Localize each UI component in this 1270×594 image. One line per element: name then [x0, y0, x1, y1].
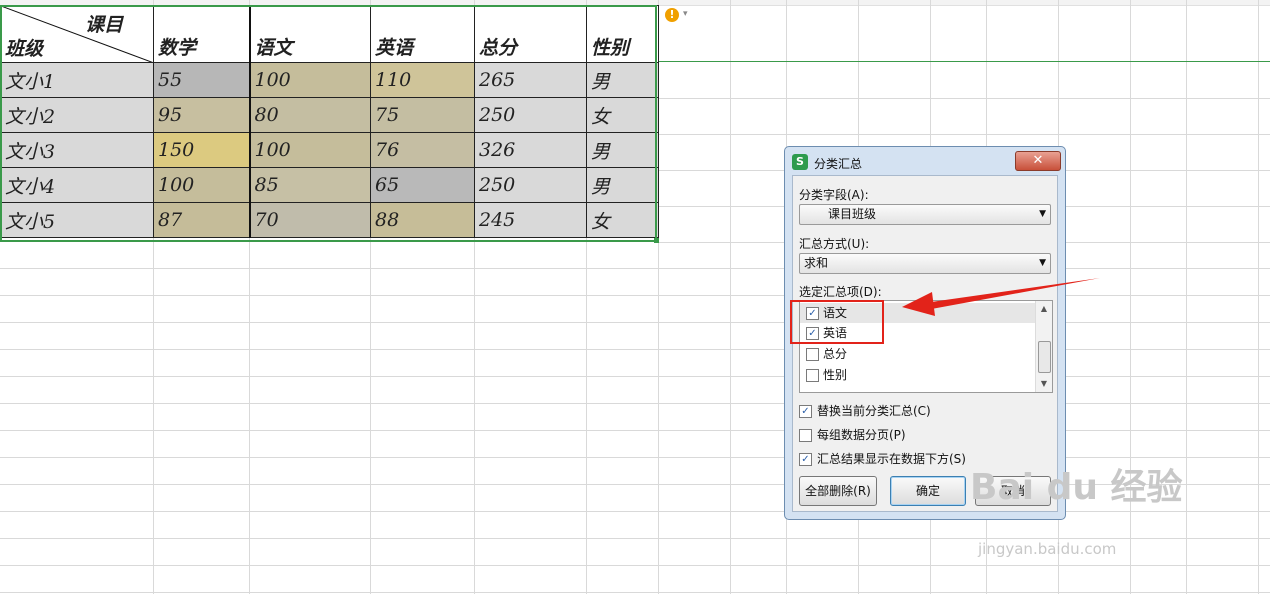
grid-line	[0, 511, 1270, 512]
table-cell[interactable]: 95	[153, 97, 251, 133]
watermark-url: jingyan.baidu.com	[978, 540, 1117, 558]
table-cell[interactable]: 265	[474, 62, 587, 98]
warning-icon[interactable]: !	[665, 8, 679, 22]
grid-line	[0, 349, 1270, 350]
items-label: 选定汇总项(D):	[799, 285, 882, 299]
grid-line	[0, 322, 1270, 323]
table-cell[interactable]: 100	[249, 132, 371, 168]
dialog-title: 分类汇总	[814, 157, 863, 171]
watermark-brand: Bai du 经验	[970, 467, 1183, 508]
table-cell[interactable]: 100	[153, 167, 251, 203]
option-label: 汇总结果显示在数据下方(S)	[817, 452, 966, 466]
list-item-label: 总分	[823, 347, 848, 361]
table-cell[interactable]: 250	[474, 167, 587, 203]
grid-line	[0, 376, 1270, 377]
dropdown-caret-icon[interactable]: ▾	[683, 9, 688, 19]
table-header-row: 课目 班级 数学 语文 英语 总分 性别	[0, 5, 659, 63]
method-label: 汇总方式(U):	[799, 237, 870, 251]
table-cell[interactable]: 87	[153, 202, 251, 238]
table-cell[interactable]: 文小5	[0, 202, 154, 238]
score-table[interactable]: 课目 班级 数学 语文 英语 总分 性别 文小1 55 100 110 265 …	[0, 5, 659, 238]
table-cell[interactable]: 男	[586, 62, 659, 98]
table-cell[interactable]: 文小4	[0, 167, 154, 203]
table-cell[interactable]: 250	[474, 97, 587, 133]
table-cell[interactable]: 65	[370, 167, 475, 203]
table-cell[interactable]: 100	[249, 62, 371, 98]
table-row: 文小3 150 100 76 326 男	[0, 132, 659, 168]
grid-line	[0, 592, 1270, 593]
group-field-select[interactable]: 课目班级 ▼	[799, 204, 1051, 225]
grid-line	[0, 268, 1270, 269]
summary-method-value: 求和	[804, 256, 829, 270]
table-cell[interactable]: 男	[586, 167, 659, 203]
table-cell[interactable]: 55	[153, 62, 251, 98]
table-row: 文小1 55 100 110 265 男	[0, 62, 659, 98]
table-cell[interactable]: 文小2	[0, 97, 154, 133]
checkbox[interactable]	[806, 348, 819, 361]
grid-line	[0, 565, 1270, 566]
checkbox[interactable]: ✓	[799, 405, 812, 418]
checkbox[interactable]	[799, 429, 812, 442]
option-label: 替换当前分类汇总(C)	[817, 404, 931, 418]
grid-line	[1258, 0, 1259, 594]
table-cell[interactable]: 女	[586, 97, 659, 133]
table-cell[interactable]: 110	[370, 62, 475, 98]
table-row: 文小4 100 85 65 250 男	[0, 167, 659, 203]
header-cell[interactable]: 性别	[586, 5, 659, 63]
chevron-down-icon: ▼	[1039, 209, 1046, 219]
table-row: 文小5 87 70 88 245 女	[0, 202, 659, 238]
pointer-arrow-icon	[902, 278, 1100, 316]
delete-all-button[interactable]: 全部删除(R)	[799, 476, 877, 506]
header-cell[interactable]: 英语	[370, 5, 475, 63]
table-cell[interactable]: 245	[474, 202, 587, 238]
grid-line	[658, 98, 1270, 99]
table-cell[interactable]: 85	[249, 167, 371, 203]
table-row: 文小2 95 80 75 250 女	[0, 97, 659, 133]
grid-line	[730, 0, 731, 594]
table-cell[interactable]: 80	[249, 97, 371, 133]
header-cell[interactable]: 总分	[474, 5, 587, 63]
corner-top-label: 课目	[84, 14, 123, 36]
grid-line	[1186, 0, 1187, 594]
corner-bottom-label: 班级	[5, 38, 44, 60]
table-cell[interactable]: 70	[249, 202, 371, 238]
list-item-total[interactable]: 总分	[800, 344, 1036, 364]
table-cell[interactable]: 88	[370, 202, 475, 238]
option-label: 每组数据分页(P)	[817, 428, 906, 442]
table-cell[interactable]: 75	[370, 97, 475, 133]
grid-line	[0, 403, 1270, 404]
table-cell[interactable]: 150	[153, 132, 251, 168]
dialog-titlebar[interactable]: S 分类汇总 ✕	[789, 151, 1061, 173]
table-cell[interactable]: 326	[474, 132, 587, 168]
highlight-box	[790, 300, 884, 344]
row-divider-line	[658, 61, 1270, 62]
checkbox[interactable]	[806, 369, 819, 382]
header-cell[interactable]: 数学	[153, 5, 251, 63]
scroll-down-icon[interactable]: ▼	[1036, 376, 1052, 392]
list-item-gender[interactable]: 性别	[800, 365, 1036, 385]
table-cell[interactable]: 文小1	[0, 62, 154, 98]
table-cell[interactable]: 文小3	[0, 132, 154, 168]
group-field-value: 课目班级	[828, 207, 877, 221]
fill-handle[interactable]	[654, 238, 659, 243]
checkbox[interactable]: ✓	[799, 453, 812, 466]
grid-line	[0, 538, 1270, 539]
list-item-label: 性别	[823, 368, 848, 382]
grid-line	[658, 134, 1270, 135]
table-cell[interactable]: 76	[370, 132, 475, 168]
field-label: 分类字段(A):	[799, 188, 869, 202]
ok-button[interactable]: 确定	[890, 476, 966, 506]
table-cell[interactable]: 男	[586, 132, 659, 168]
app-logo-icon: S	[792, 154, 808, 170]
header-cell[interactable]: 语文	[249, 5, 371, 63]
diagonal-header-cell[interactable]: 课目 班级	[0, 5, 154, 63]
scroll-thumb[interactable]	[1038, 341, 1051, 373]
grid-line	[0, 430, 1270, 431]
table-cell[interactable]: 女	[586, 202, 659, 238]
close-button[interactable]: ✕	[1015, 151, 1061, 171]
